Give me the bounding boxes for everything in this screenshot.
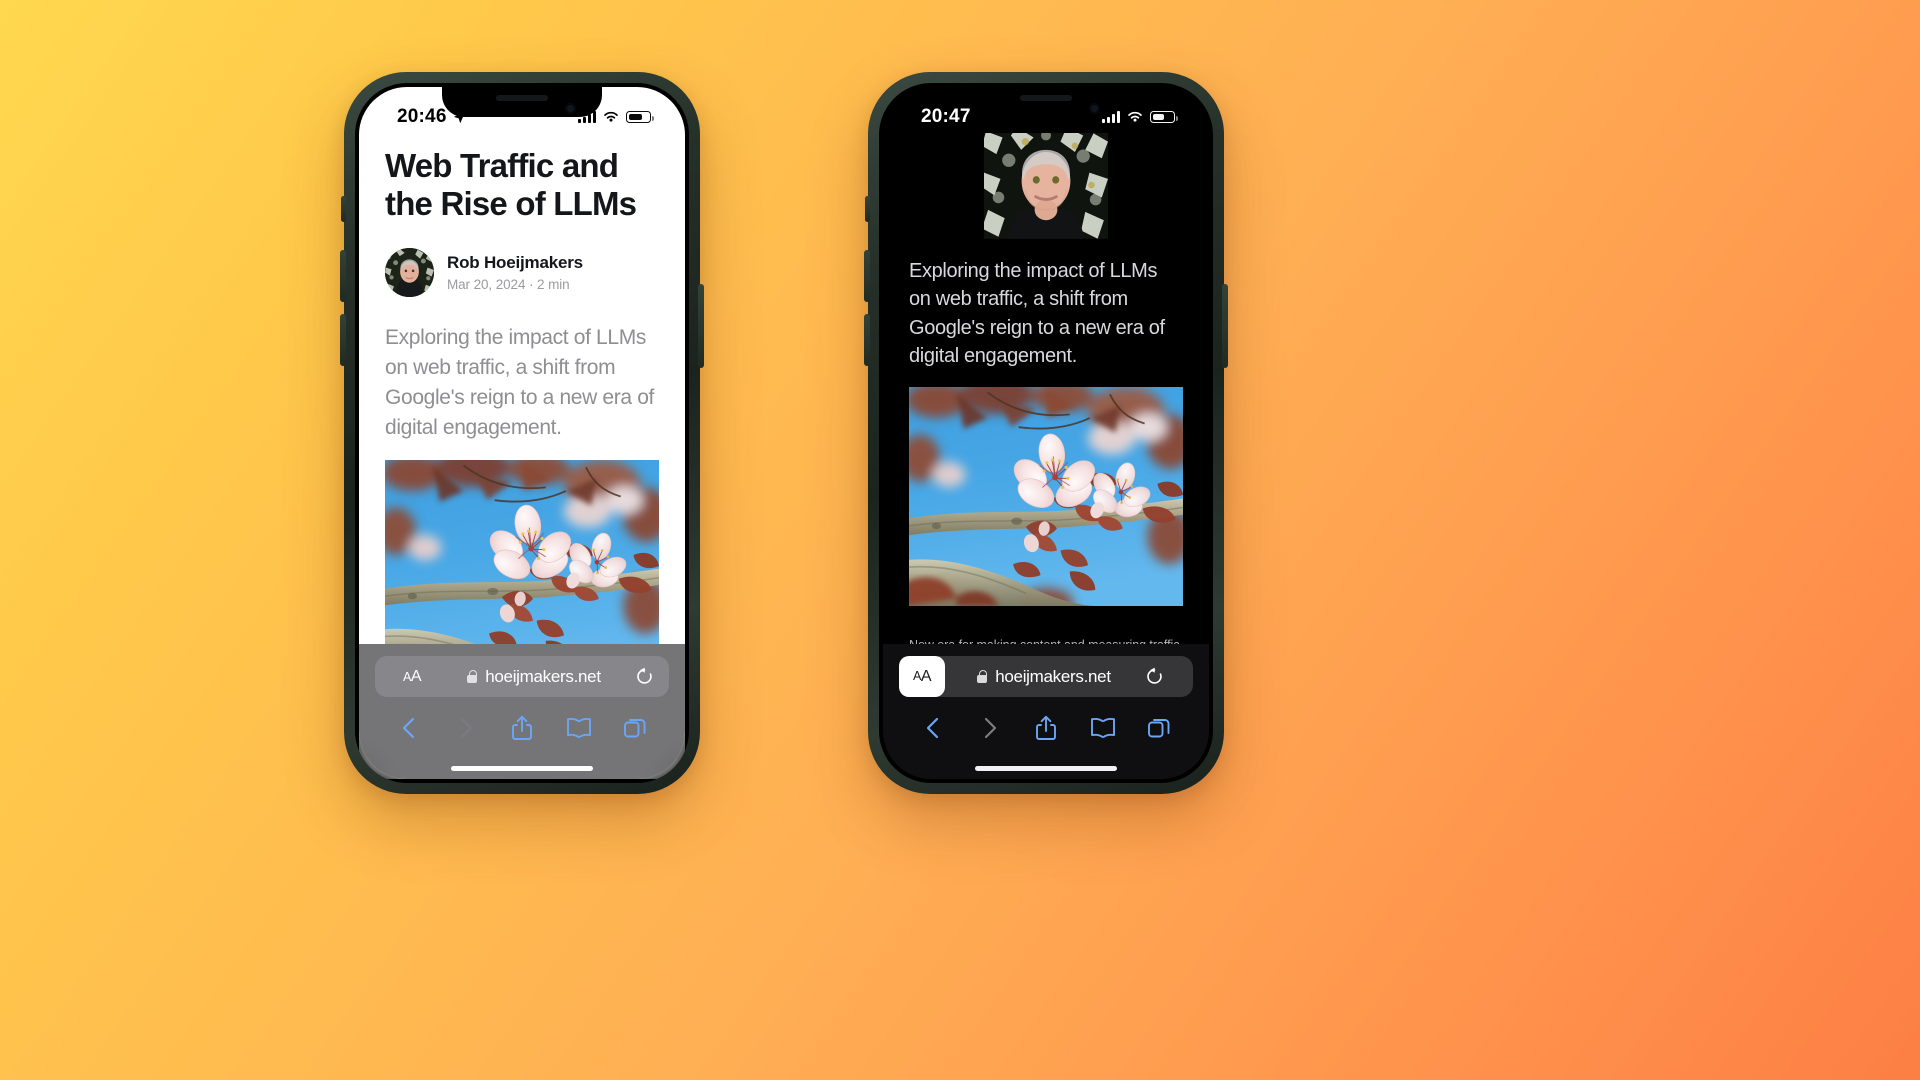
wifi-icon: [604, 111, 618, 122]
back-button-right[interactable]: [913, 716, 953, 740]
status-time-right: 20:47: [921, 106, 971, 128]
url-bar-row: AAAA hoeijmakers.net: [359, 644, 685, 703]
cherry-blossom-photo-right: [909, 386, 1183, 606]
location-arrow-icon: [453, 111, 465, 123]
safari-toolbar: [359, 703, 685, 757]
status-icons-right: [1102, 111, 1178, 123]
poster-canvas: 20:46 Web Traffic and the Rise of LLMs R…: [0, 0, 1920, 1080]
cellular-signal-icon: [578, 111, 596, 123]
url-display-right[interactable]: hoeijmakers.net: [945, 667, 1143, 687]
share-icon: [1036, 715, 1056, 740]
address-bar[interactable]: AAAA hoeijmakers.net: [375, 656, 669, 697]
avatar-photo: [385, 248, 434, 298]
phone-right: 20:47 Exploring the impact of LLMs on we…: [864, 72, 1228, 794]
reload-icon: [636, 667, 652, 684]
article-meta: Mar 20, 2024 · 2 min: [447, 277, 570, 293]
bookmarks-button-right[interactable]: [1083, 717, 1123, 739]
back-button[interactable]: [389, 716, 429, 740]
power-button[interactable]: [698, 284, 704, 368]
reload-icon: [1146, 667, 1162, 684]
status-time-label-right: 20:47: [921, 106, 971, 127]
author-name: Rob Hoeijmakers: [447, 253, 583, 273]
safari-chrome-left: AAAA hoeijmakers.net: [359, 644, 685, 779]
status-time-label: 20:46: [397, 106, 447, 127]
share-icon: [512, 715, 532, 740]
hero-image: [385, 460, 659, 644]
chevron-right-icon: [460, 717, 472, 739]
webpage-content-right[interactable]: Exploring the impact of LLMs on web traf…: [883, 133, 1209, 644]
phone-left: 20:46 Web Traffic and the Rise of LLMs R…: [340, 72, 704, 794]
share-button[interactable]: [502, 715, 542, 741]
article-title: Web Traffic and the Rise of LLMs: [385, 147, 637, 222]
avatar: [385, 248, 434, 298]
safari-chrome-right: AAAA hoeijmakers.net: [883, 644, 1209, 779]
byline-text: Rob Hoeijmakers Mar 20, 2024 · 2 min: [447, 253, 583, 292]
battery-icon: [626, 111, 654, 123]
phone-right-body: 20:47 Exploring the impact of LLMs on we…: [879, 83, 1213, 783]
cellular-signal-icon: [1102, 111, 1120, 123]
address-bar-right[interactable]: AAAA hoeijmakers.net: [899, 656, 1193, 697]
chevron-right-icon: [984, 717, 996, 739]
chevron-left-icon: [926, 717, 939, 739]
status-bar-right: 20:47: [883, 87, 1209, 133]
avatar-photo-right: [984, 133, 1108, 239]
reload-button[interactable]: [633, 667, 655, 686]
bookmarks-button[interactable]: [559, 717, 599, 739]
mute-switch-right[interactable]: [865, 196, 870, 222]
byline: Rob Hoeijmakers Mar 20, 2024 · 2 min: [385, 248, 659, 298]
text-size-button[interactable]: AAAA: [389, 668, 435, 685]
article-figure: New era for making content and measuring…: [385, 460, 659, 644]
volume-up-button-right[interactable]: [864, 250, 870, 302]
book-icon: [1090, 718, 1115, 739]
wifi-icon: [1128, 111, 1142, 122]
forward-button-right[interactable]: [970, 716, 1010, 740]
url-text-right: hoeijmakers.net: [995, 666, 1111, 686]
status-time: 20:46: [397, 106, 466, 128]
url-bar-row-right: AAAA hoeijmakers.net: [883, 644, 1209, 703]
volume-up-button[interactable]: [340, 250, 346, 302]
article-figure-right: New era for making content and measuring…: [909, 386, 1183, 644]
home-bar-right: [975, 765, 1117, 771]
url-display[interactable]: hoeijmakers.net: [435, 667, 633, 687]
webpage-content-left[interactable]: Web Traffic and the Rise of LLMs Rob Hoe…: [359, 133, 685, 644]
phone-left-screen: 20:46 Web Traffic and the Rise of LLMs R…: [359, 87, 685, 779]
article-lede-right: Exploring the impact of LLMs on web traf…: [909, 260, 1165, 368]
power-button-right[interactable]: [1222, 284, 1228, 368]
tabs-icon: [624, 719, 646, 738]
tabs-icon: [1148, 719, 1170, 738]
safari-toolbar-right: [883, 703, 1209, 757]
url-text: hoeijmakers.net: [485, 666, 601, 686]
hero-image-right: [909, 386, 1183, 627]
chevron-left-icon: [402, 717, 415, 739]
volume-down-button[interactable]: [340, 314, 346, 366]
lock-icon: [467, 670, 478, 683]
share-button-right[interactable]: [1026, 715, 1066, 741]
reload-button-right[interactable]: [1143, 667, 1165, 686]
avatar-large: [984, 133, 1108, 239]
tabs-button[interactable]: [615, 716, 655, 740]
volume-down-button-right[interactable]: [864, 314, 870, 366]
text-size-button-right[interactable]: AAAA: [899, 656, 945, 697]
mute-switch[interactable]: [341, 196, 346, 222]
home-indicator: [359, 757, 685, 779]
lock-icon: [977, 670, 988, 683]
article-lede: Exploring the impact of LLMs on web traf…: [385, 326, 655, 439]
status-bar-left: 20:46: [359, 87, 685, 133]
home-indicator-right: [883, 757, 1209, 779]
status-icons: [578, 111, 654, 123]
battery-icon: [1150, 111, 1178, 123]
forward-button[interactable]: [446, 716, 486, 740]
home-bar: [451, 765, 593, 771]
avatar-row-right: [883, 133, 1209, 239]
phone-left-body: 20:46 Web Traffic and the Rise of LLMs R…: [355, 83, 689, 783]
phone-right-screen: 20:47 Exploring the impact of LLMs on we…: [883, 87, 1209, 779]
tabs-button-right[interactable]: [1139, 716, 1179, 740]
cherry-blossom-photo: [385, 460, 659, 644]
book-icon: [566, 718, 591, 739]
